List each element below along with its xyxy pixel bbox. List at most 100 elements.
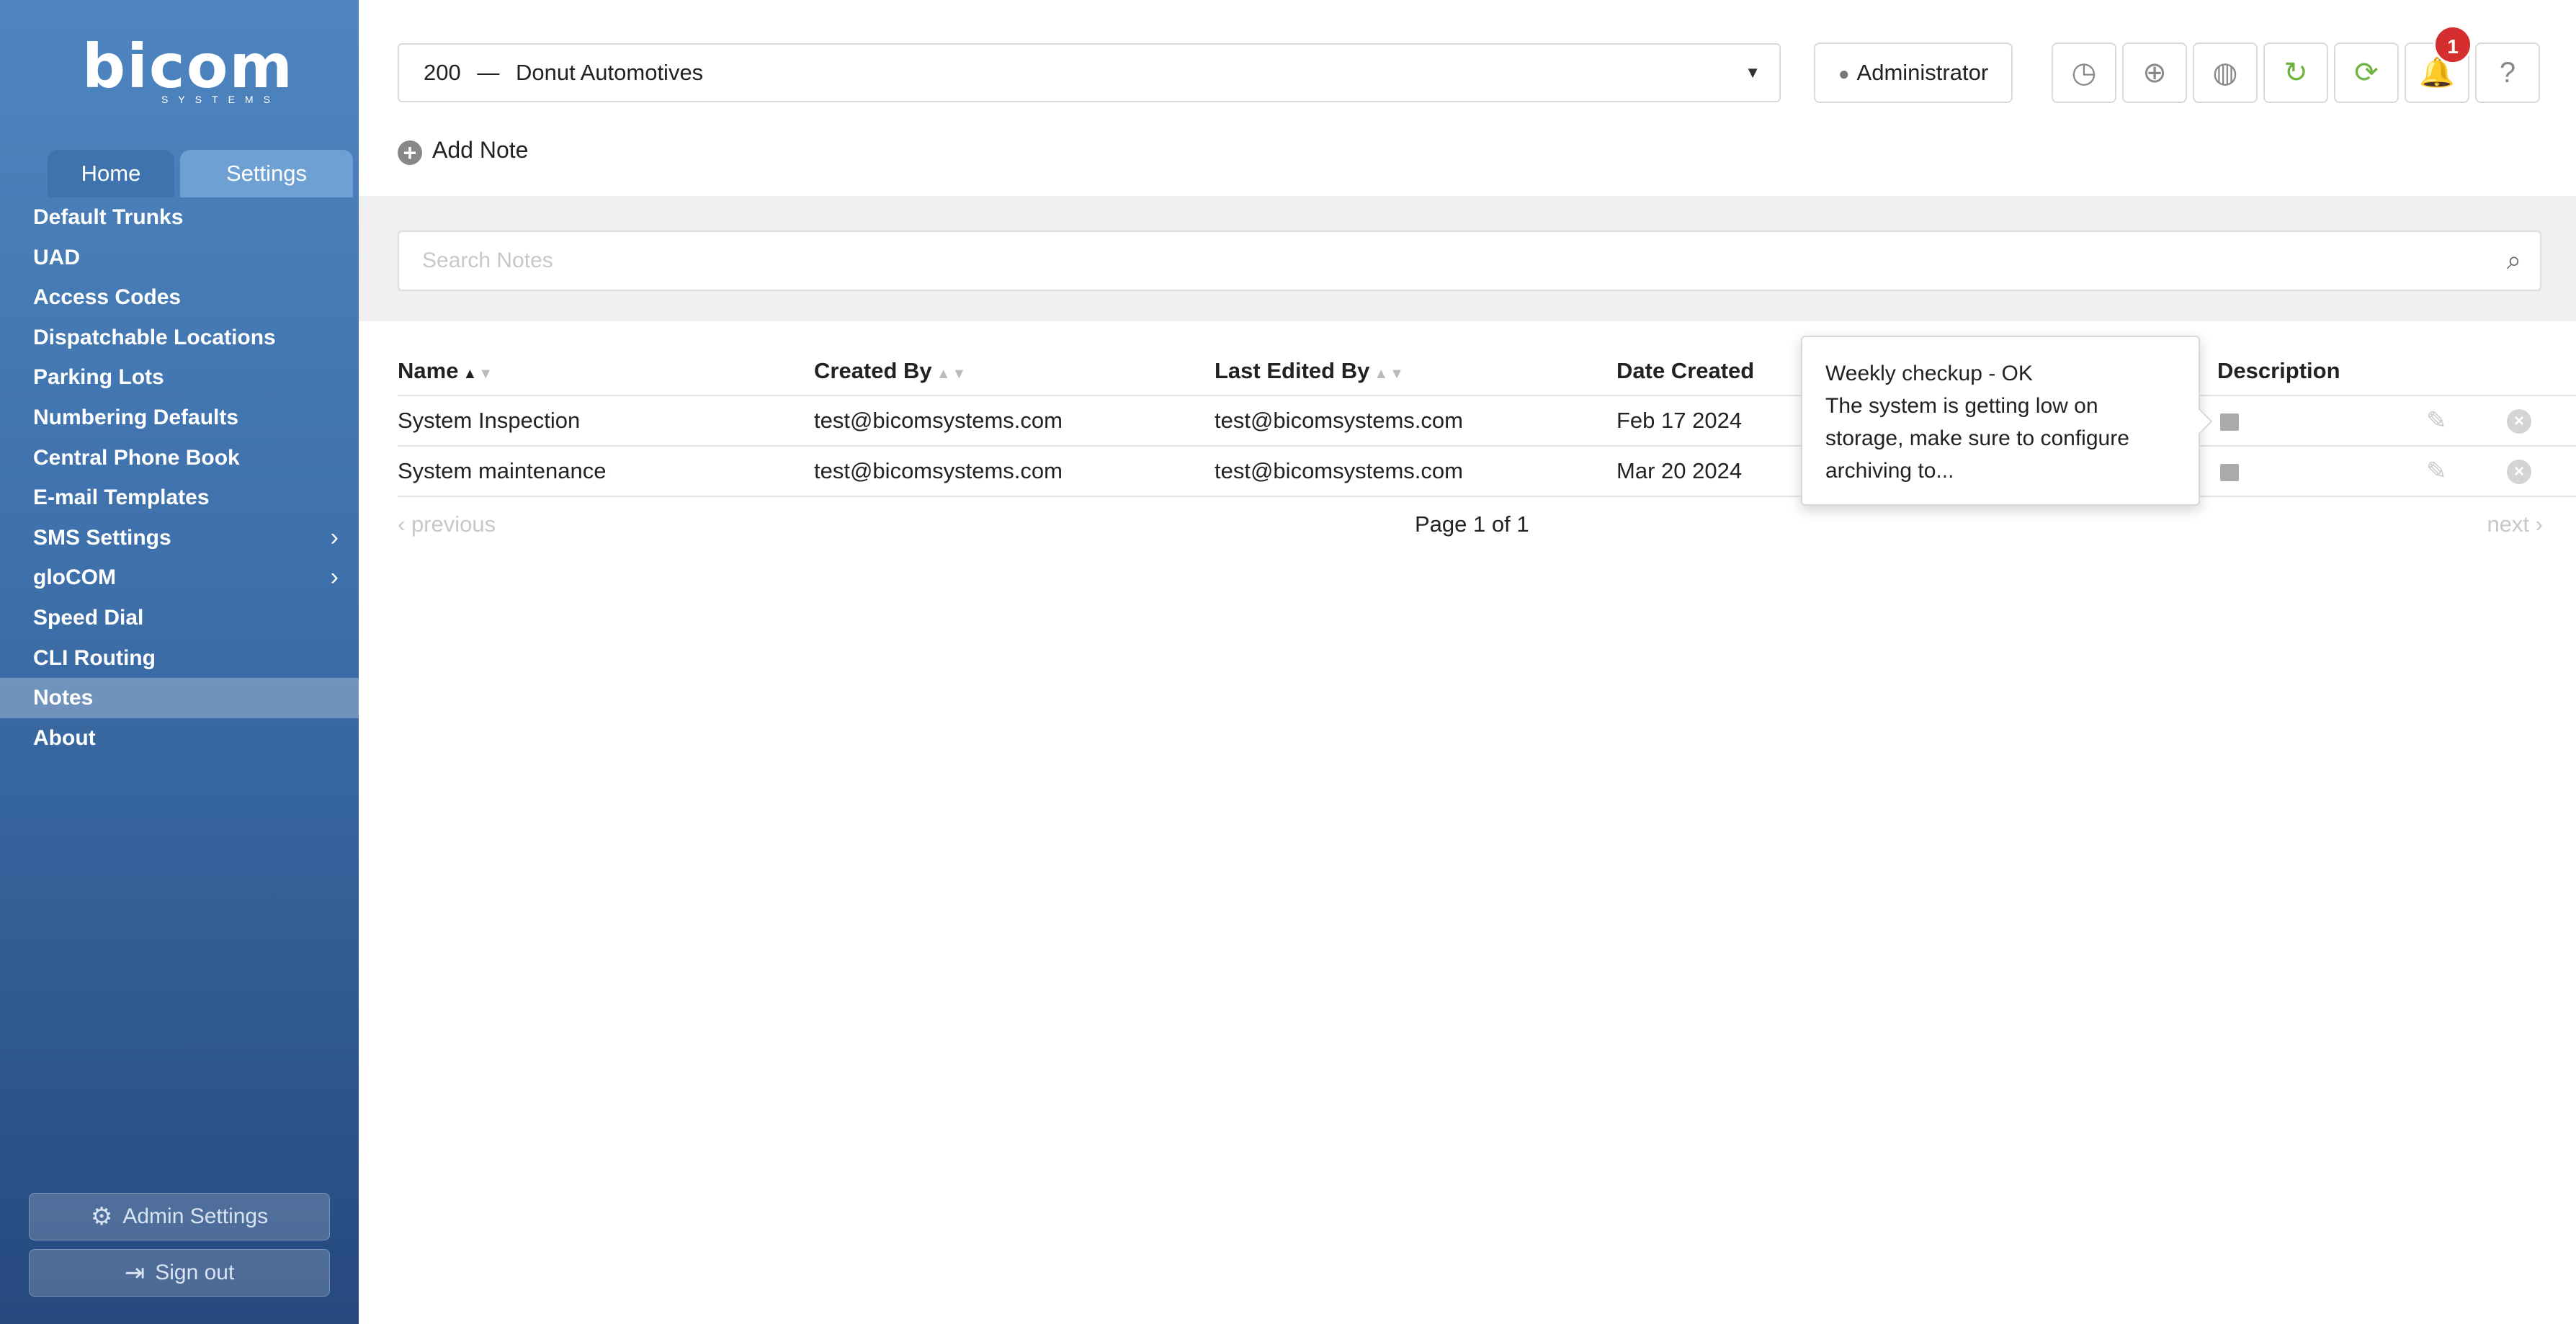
sidebar-item-label: UAD <box>33 245 80 269</box>
sidebar-item-label: Parking Lots <box>33 365 164 390</box>
table-row[interactable]: System maintenance test@bicomsystems.com… <box>398 447 2576 497</box>
cell-last-edited-by: test@bicomsystems.com <box>1215 408 1463 433</box>
user-icon: ● <box>1838 63 1850 84</box>
sync-button[interactable]: ⟳ <box>2334 43 2399 103</box>
sidebar-item-dispatchable-locations[interactable]: Dispatchable Locations <box>0 318 359 358</box>
table-header: Name ▲▼ Created By ▲▼ Last Edited By ▲▼ Dat… <box>398 346 2576 396</box>
edit-icon[interactable]: ✎ <box>2426 406 2447 435</box>
sign-out-button[interactable]: ⇥ Sign out <box>29 1249 330 1297</box>
column-header-description: Description <box>2217 346 2340 396</box>
add-note-button[interactable]: + Add Note <box>398 133 528 167</box>
notifications-button[interactable]: 🔔 1 <box>2405 25 2472 103</box>
sidebar-item-notes[interactable]: Notes <box>0 678 359 718</box>
next-page-link[interactable]: next › <box>2487 511 2543 537</box>
tab-home[interactable]: Home <box>48 150 174 197</box>
sidebar-item-central-phone-book[interactable]: Central Phone Book <box>0 438 359 478</box>
chevron-right-icon: › <box>330 563 339 591</box>
add-note-label: Add Note <box>432 137 529 163</box>
pagination: ‹ previous Page 1 of 1 next › <box>398 497 2576 559</box>
column-header-last-edited-by[interactable]: Last Edited By ▲▼ <box>1215 346 1405 399</box>
admin-settings-label: Admin Settings <box>122 1204 269 1228</box>
tenant-separator: — <box>477 60 500 85</box>
sidebar-item-label: Notes <box>33 686 94 710</box>
logo-wordmark: bicom <box>82 31 294 102</box>
language-button[interactable]: ◍ <box>2193 43 2258 103</box>
notes-table: Name ▲▼ Created By ▲▼ Last Edited By ▲▼ Dat… <box>398 346 2576 559</box>
history-button[interactable]: ◷ <box>2052 43 2116 103</box>
column-header-date-created[interactable]: Date Created <box>1616 346 1754 396</box>
tooltip-text: Weekly checkup - OK The system is gettin… <box>1825 362 2129 483</box>
cell-created-by: test@bicomsystems.com <box>814 408 1063 433</box>
sidebar-item-about[interactable]: About <box>0 718 359 759</box>
chevron-down-icon: ▼ <box>1745 63 1761 81</box>
bicom-logo[interactable]: bicom SYSTEMS <box>82 31 294 114</box>
sidebar-item-sms-settings[interactable]: SMS Settings › <box>0 518 359 558</box>
cell-created-by: test@bicomsystems.com <box>814 458 1063 483</box>
sidebar-item-label: Default Trunks <box>33 205 184 229</box>
tenant-selector[interactable]: 200 — Donut Automotives ▼ <box>398 43 1781 102</box>
support-button[interactable]: ⊕ <box>2122 43 2187 103</box>
sidebar-item-uad[interactable]: UAD <box>0 238 359 278</box>
delete-icon[interactable]: × <box>2507 409 2531 434</box>
globe-icon: ◍ <box>2212 57 2238 89</box>
column-label: Date Created <box>1616 358 1755 383</box>
column-label: Last Edited By <box>1215 358 1370 383</box>
column-header-name[interactable]: Name ▲▼ <box>398 346 494 399</box>
previous-page-link[interactable]: ‹ previous <box>398 511 496 537</box>
clock-icon: ◷ <box>2071 57 2097 89</box>
sidebar-item-label: Numbering Defaults <box>33 405 239 429</box>
sidebar-item-access-codes[interactable]: Access Codes <box>0 277 359 318</box>
sidebar-item-label: Dispatchable Locations <box>33 325 276 349</box>
sidebar-item-glocom[interactable]: gloCOM › <box>0 558 359 598</box>
tenant-number: 200 <box>424 60 461 85</box>
sidebar-item-label: Central Phone Book <box>33 445 240 470</box>
edit-icon[interactable]: ✎ <box>2426 457 2447 486</box>
column-label: Description <box>2217 358 2340 383</box>
tab-settings[interactable]: Settings <box>180 150 353 197</box>
help-button[interactable]: ? <box>2475 43 2540 103</box>
search-icon[interactable]: ⌕ <box>2507 245 2521 276</box>
admin-settings-button[interactable]: ⚙ Admin Settings <box>29 1193 330 1240</box>
user-menu-button[interactable]: ● Administrator <box>1814 43 2013 103</box>
sidebar-item-label: Speed Dial <box>33 605 144 630</box>
reload-button[interactable]: ↻ <box>2263 43 2328 103</box>
cell-date-created: Mar 20 2024 <box>1616 458 1743 483</box>
gears-icon: ⚙ <box>90 1203 113 1230</box>
sidebar: bicom SYSTEMS Home Settings Default Trun… <box>0 0 359 1324</box>
sidebar-item-label: About <box>33 725 96 750</box>
sidebar-menu: Default Trunks UAD Access Codes Dispatch… <box>0 197 359 758</box>
column-label: Created By <box>814 358 932 383</box>
sort-icon[interactable]: ▲▼ <box>1374 366 1405 382</box>
column-header-created-by[interactable]: Created By ▲▼ <box>814 346 967 399</box>
plus-circle-icon: + <box>398 140 422 165</box>
sidebar-item-email-templates[interactable]: E-mail Templates <box>0 478 359 518</box>
sidebar-item-speed-dial[interactable]: Speed Dial <box>0 598 359 638</box>
cell-date-created: Feb 17 2024 <box>1616 408 1743 433</box>
sidebar-item-cli-routing[interactable]: CLI Routing <box>0 638 359 679</box>
user-name: Administrator <box>1856 60 1989 85</box>
note-icon[interactable] <box>2220 413 2239 431</box>
search-band: ⌕ <box>359 196 2576 321</box>
sidebar-item-default-trunks[interactable]: Default Trunks <box>0 197 359 238</box>
search-box: ⌕ <box>398 231 2541 291</box>
table-row[interactable]: System Inspection test@bicomsystems.com … <box>398 396 2576 447</box>
description-tooltip: Weekly checkup - OK The system is gettin… <box>1801 336 2213 506</box>
sidebar-item-numbering-defaults[interactable]: Numbering Defaults <box>0 398 359 438</box>
note-icon[interactable] <box>2220 464 2239 481</box>
delete-icon[interactable]: × <box>2507 460 2531 484</box>
cell-last-edited-by: test@bicomsystems.com <box>1215 458 1463 483</box>
sidebar-item-label: SMS Settings <box>33 525 171 550</box>
sidebar-item-label: gloCOM <box>33 565 116 590</box>
help-icon: ? <box>2499 57 2516 89</box>
sign-out-label: Sign out <box>155 1261 235 1284</box>
cell-name: System Inspection <box>398 408 581 433</box>
next-label: next <box>2487 511 2530 537</box>
sidebar-item-label: Access Codes <box>33 285 182 310</box>
page-indicator: Page 1 of 1 <box>1415 511 1529 537</box>
sort-icon[interactable]: ▲▼ <box>936 366 968 382</box>
sidebar-item-parking-lots[interactable]: Parking Lots <box>0 357 359 398</box>
previous-label: previous <box>411 511 496 537</box>
sort-icon[interactable]: ▲▼ <box>462 366 494 382</box>
search-input[interactable] <box>399 232 2540 290</box>
sidebar-item-label: E-mail Templates <box>33 486 210 510</box>
